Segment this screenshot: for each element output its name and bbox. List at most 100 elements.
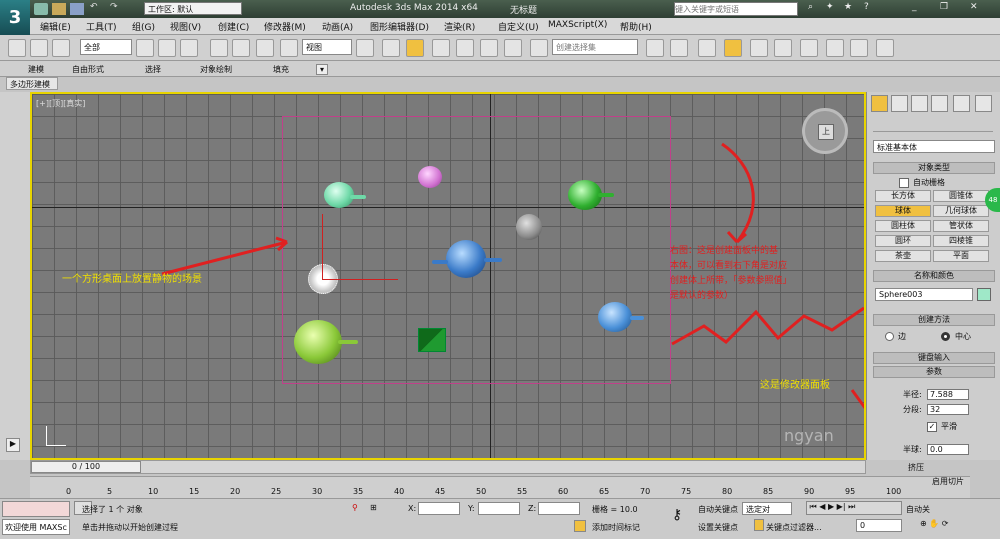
ribbon-options-icon[interactable]: ▾ — [316, 64, 329, 75]
percent-snap-icon[interactable] — [480, 39, 498, 57]
workspace-dropdown[interactable]: 工作区: 默认 — [144, 2, 242, 15]
graphite-toggle-icon[interactable] — [724, 39, 742, 57]
playback-controls[interactable]: ⏮ ◀ ▶ ▶| ⏭ — [806, 501, 902, 515]
binoculars-icon[interactable]: ⌕ — [808, 2, 813, 12]
set-key-button[interactable]: 设置关键点 — [698, 522, 738, 533]
z-coord-field[interactable] — [538, 502, 580, 515]
edge-radio[interactable] — [885, 332, 894, 341]
hemisphere-spinner[interactable]: 0.0 — [927, 444, 969, 455]
pyramid-button[interactable]: 四棱锥 — [933, 235, 989, 247]
center-radio[interactable] — [941, 332, 950, 341]
layer-manager-icon[interactable] — [698, 39, 716, 57]
subtab-polygon-modeling[interactable]: 多边形建模 — [6, 77, 58, 90]
utilities-tab-icon[interactable] — [975, 95, 992, 112]
help-icon[interactable]: ? — [864, 2, 869, 12]
window-crossing-icon[interactable] — [210, 39, 228, 57]
menu-item-0[interactable]: 编辑(E) — [40, 20, 71, 33]
selection-filter-dropdown[interactable]: 全部 — [80, 39, 132, 55]
tab-selection[interactable]: 选择 — [145, 64, 161, 75]
time-slider-thumb[interactable]: 0 / 100 — [31, 461, 141, 473]
key-filters-button[interactable]: 关键点过滤器... — [766, 522, 822, 533]
edit-named-sets-icon[interactable] — [530, 39, 548, 57]
viewport-top[interactable]: [+][顶][真实] 上 一个方形桌面上放置静物的场景 右图：这是创建面板中的基… — [30, 92, 866, 460]
schematic-view-icon[interactable] — [774, 39, 792, 57]
restore-icon[interactable]: ❐ — [940, 2, 948, 12]
menu-item-3[interactable]: 视图(V) — [170, 20, 201, 33]
current-frame-field[interactable]: 0 — [856, 519, 902, 532]
select-object-icon[interactable] — [136, 39, 154, 57]
render-setup-icon[interactable] — [826, 39, 844, 57]
sphere-button[interactable]: 球体 — [875, 205, 931, 217]
close-icon[interactable]: ✕ — [970, 2, 978, 12]
menu-item-9[interactable]: 自定义(U) — [498, 20, 539, 33]
tab-modeling[interactable]: 建模 — [28, 64, 44, 75]
spinner-snap-icon[interactable] — [504, 39, 522, 57]
transform-mode-icon[interactable]: ⊞ — [370, 503, 377, 512]
torus-button[interactable]: 圆环 — [875, 235, 931, 247]
hierarchy-tab-icon[interactable] — [911, 95, 928, 112]
tab-populate[interactable]: 填充 — [273, 64, 289, 75]
named-selection-dropdown[interactable]: 创建选择集 — [552, 39, 638, 55]
align-icon[interactable] — [670, 39, 688, 57]
welcome-text[interactable]: 欢迎使用 MAXSc — [2, 519, 70, 535]
create-tab-icon[interactable] — [871, 95, 888, 112]
tube-button[interactable]: 管状体 — [933, 220, 989, 232]
geosphere-button[interactable]: 几何球体 — [933, 205, 989, 217]
box-button[interactable]: 长方体 — [875, 190, 931, 202]
menu-item-1[interactable]: 工具(T) — [86, 20, 117, 33]
bind-space-warp-icon[interactable] — [52, 39, 70, 57]
menu-item-4[interactable]: 创建(C) — [218, 20, 249, 33]
rollout-name-color[interactable]: 名称和颜色 — [873, 270, 995, 282]
smooth-checkbox[interactable]: ✓ — [927, 422, 937, 432]
menu-item-2[interactable]: 组(G) — [132, 20, 155, 33]
angle-snap-icon[interactable] — [456, 39, 474, 57]
redo-icon[interactable]: ↷ — [110, 2, 118, 12]
y-coord-field[interactable] — [478, 502, 520, 515]
key-mode-icon[interactable] — [754, 519, 764, 531]
curve-editor-icon[interactable] — [750, 39, 768, 57]
move-icon[interactable] — [232, 39, 250, 57]
minimize-icon[interactable]: _ — [912, 2, 917, 12]
menu-item-11[interactable]: 帮助(H) — [620, 20, 652, 33]
open-icon[interactable] — [52, 3, 66, 15]
material-editor-icon[interactable] — [800, 39, 818, 57]
search-input[interactable] — [674, 2, 798, 16]
add-time-tag[interactable]: 添加时间标记 — [592, 522, 640, 533]
snaps-toggle-icon[interactable] — [432, 39, 450, 57]
unlink-icon[interactable] — [30, 39, 48, 57]
menu-item-7[interactable]: 图形编辑器(D) — [370, 20, 429, 33]
menu-item-10[interactable]: MAXScript(X) — [548, 20, 607, 30]
scale-icon[interactable] — [280, 39, 298, 57]
keyboard-shortcut-override-icon[interactable] — [406, 39, 424, 57]
new-icon[interactable] — [34, 3, 48, 15]
reference-coord-dropdown[interactable]: 视图 — [302, 39, 352, 55]
undo-icon[interactable]: ↶ — [90, 2, 98, 12]
radius-spinner[interactable]: 7.588 — [927, 389, 969, 400]
select-by-name-icon[interactable] — [158, 39, 176, 57]
object-name-field[interactable]: Sphere003 — [875, 288, 973, 301]
select-region-icon[interactable] — [180, 39, 198, 57]
rotate-icon[interactable] — [256, 39, 274, 57]
menu-item-6[interactable]: 动画(A) — [322, 20, 353, 33]
auto-grid-checkbox[interactable] — [899, 178, 909, 188]
menu-item-8[interactable]: 渲染(R) — [444, 20, 475, 33]
cone-button[interactable]: 圆锥体 — [933, 190, 989, 202]
teapot-button[interactable]: 茶壶 — [875, 250, 931, 262]
cylinder-button[interactable]: 圆柱体 — [875, 220, 931, 232]
rollout-keyboard-entry[interactable]: 键盘输入 — [873, 352, 995, 364]
x-coord-field[interactable] — [418, 502, 460, 515]
time-tag-icon[interactable] — [574, 520, 586, 532]
rollout-creation-method[interactable]: 创建方法 — [873, 314, 995, 326]
segments-spinner[interactable]: 32 — [927, 404, 969, 415]
tab-freeform[interactable]: 自由形式 — [72, 64, 104, 75]
menu-item-5[interactable]: 修改器(M) — [264, 20, 306, 33]
display-tab-icon[interactable] — [953, 95, 970, 112]
maxscript-listener[interactable] — [2, 501, 70, 517]
rendered-frame-icon[interactable] — [850, 39, 868, 57]
app-logo[interactable]: 3 — [0, 0, 30, 36]
pivot-center-icon[interactable] — [356, 39, 374, 57]
time-slider[interactable]: 0 / 100 — [30, 460, 866, 474]
selected-dropdown[interactable]: 选定对 — [742, 502, 792, 515]
mirror-icon[interactable] — [646, 39, 664, 57]
rollout-parameters[interactable]: 参数 — [873, 366, 995, 378]
